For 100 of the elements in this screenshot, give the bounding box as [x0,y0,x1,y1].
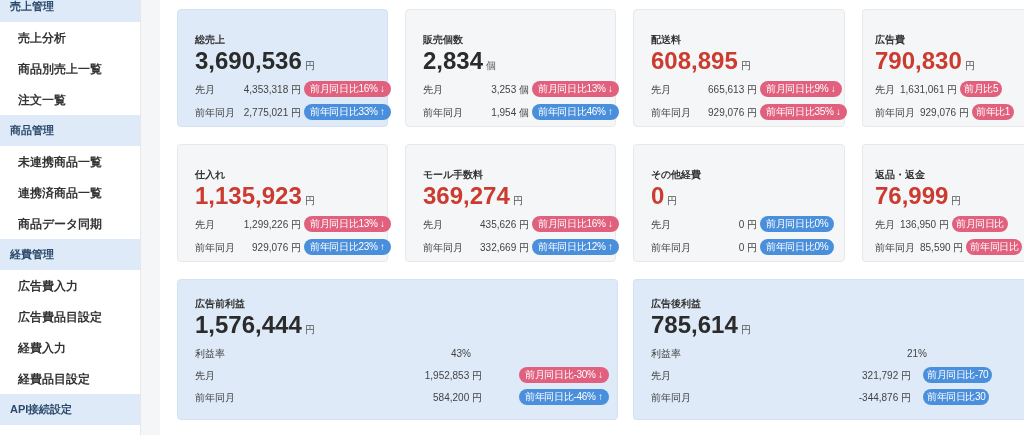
card-title: 仕入れ [195,168,226,182]
card-title: 広告後利益 [651,297,702,311]
comparison-badge: 前月同日比-70 [923,367,993,383]
sidebar-item[interactable]: 経費入力 [0,332,140,363]
card-value: 2,834 [423,47,484,75]
row-value: 332,669 円 [479,240,529,255]
card-title: モール手数料 [423,168,484,182]
row-value: 4,353,318 円 [242,82,301,97]
comparison-badge: 前月同日比0% [760,216,835,232]
comparison-badge: 前年同日比0% [760,239,835,255]
card-value: 1,135,923 [195,182,302,210]
row-label: 先月 [423,217,444,232]
sidebar-item[interactable]: 広告費入力 [0,270,140,301]
row-label: 先月 [875,217,895,232]
row-label: 利益率 [651,346,682,361]
row-label: 前年同月 [195,390,236,405]
unit-label: 個 [486,59,497,73]
row-label: 前年同月 [423,240,463,255]
row-value: 929,076 円 [251,240,301,255]
comparison-badge: 前月同日比16% ↓ [304,81,391,97]
row-label: 先月 [651,217,672,232]
comparison-badge: 前年同日比46% ↑ [532,104,619,120]
sidebar-section-header: API接続設定 [0,394,140,425]
comparison-badge: 前月同日比16% ↓ [532,216,619,232]
card-title: 販売個数 [423,33,464,47]
row-label: 前年同月 [651,390,692,405]
comparison-badge: 前年同日比23% ↑ [304,239,391,255]
card-value: 608,895 [651,47,738,75]
row-label: 前年同月 [875,105,915,120]
comparison-badge: 前年同日比12% ↑ [532,239,619,255]
unit-label: 円 [740,59,751,73]
sidebar-item[interactable]: 売上分析 [0,22,140,53]
card-value: 1,576,444 [195,311,302,339]
comparison-badge: 前年同日比30 [923,389,990,405]
sidebar-item[interactable]: 連携済商品一覧 [0,177,140,208]
row-value: -344,876 円 [857,390,911,405]
card-value: 790,830 [875,47,962,75]
comparison-badge: 前年同日比33% ↑ [304,104,391,120]
card-value: 0 [651,182,665,210]
card-title: 広告費 [875,33,906,47]
row-label: 先月 [195,217,216,232]
row-value: 85,590 円 [920,240,964,255]
row-label: 前年同月 [651,105,691,120]
row-label: 先月 [875,82,895,97]
comparison-badge: 前月同日比9% ↓ [760,81,842,97]
row-label: 先月 [651,368,672,383]
comparison-badge: 前月同日比-30% ↓ [519,367,609,383]
card-title: 広告前利益 [195,297,246,311]
sidebar-item[interactable]: 注文一覧 [0,84,140,115]
row-value: 584,200 円 [432,390,482,405]
row-label: 利益率 [195,346,226,361]
card-title: 総売上 [195,33,226,47]
row-label: 先月 [651,82,672,97]
comparison-badge: 前年同日比-46% ↑ [519,389,609,405]
card-value: 369,274 [423,182,510,210]
row-value: 0 円 [737,240,757,255]
row-value: 929,076 円 [707,105,757,120]
row-value: 1,631,061 円 [900,82,958,97]
sidebar-item[interactable]: 広告費品目設定 [0,301,140,332]
sidebar-item[interactable]: 商品データ同期 [0,208,140,239]
unit-label: 円 [667,194,678,208]
row-value: 435,626 円 [479,217,529,232]
row-value: 665,613 円 [707,82,757,97]
row-label: 先月 [195,82,216,97]
row-value: 21% [906,346,927,361]
row-value: 2,775,021 円 [242,105,301,120]
unit-label: 円 [512,194,523,208]
row-value: 321,792 円 [861,368,911,383]
unit-label: 円 [951,194,962,208]
comparison-badge: 前年比1 [971,104,1014,120]
sidebar-item[interactable]: 経費品目設定 [0,363,140,394]
unit-label: 円 [740,323,751,337]
unit-label: 円 [304,194,315,208]
row-value: 1,954 個 [490,105,529,120]
card-value: 3,690,536 [195,47,302,75]
row-label: 先月 [423,82,444,97]
row-value: 136,950 円 [900,217,949,232]
unit-label: 円 [304,59,315,73]
row-value: 0 円 [737,217,757,232]
row-value: 1,299,226 円 [242,217,301,232]
sidebar-section-header: 商品管理 [0,115,140,146]
row-label: 前年同月 [195,240,235,255]
sidebar-item[interactable]: 商品別売上一覧 [0,53,140,84]
sidebar-section-header: 経費管理 [0,239,140,270]
sidebar-item[interactable]: 未連携商品一覧 [0,146,140,177]
row-label: 前年同月 [423,105,463,120]
comparison-badge: 前月同日比13% ↓ [304,216,391,232]
row-value: 3,253 個 [490,82,529,97]
row-label: 前年同月 [651,240,691,255]
row-value: 43% [450,346,471,361]
card-title: 配送料 [651,33,682,47]
card-title: 返品・返金 [875,168,926,182]
comparison-badge: 前年同日比 [966,239,1023,255]
unit-label: 円 [304,323,315,337]
comparison-badge: 前月同日比13% ↓ [532,81,619,97]
row-value: 1,952,853 円 [423,368,482,383]
comparison-badge: 前年同日比35% ↓ [760,104,847,120]
comparison-badge: 前月同日比 [951,216,1008,232]
sidebar-section-header: 売上管理 [0,0,140,22]
row-label: 前年同月 [195,105,235,120]
